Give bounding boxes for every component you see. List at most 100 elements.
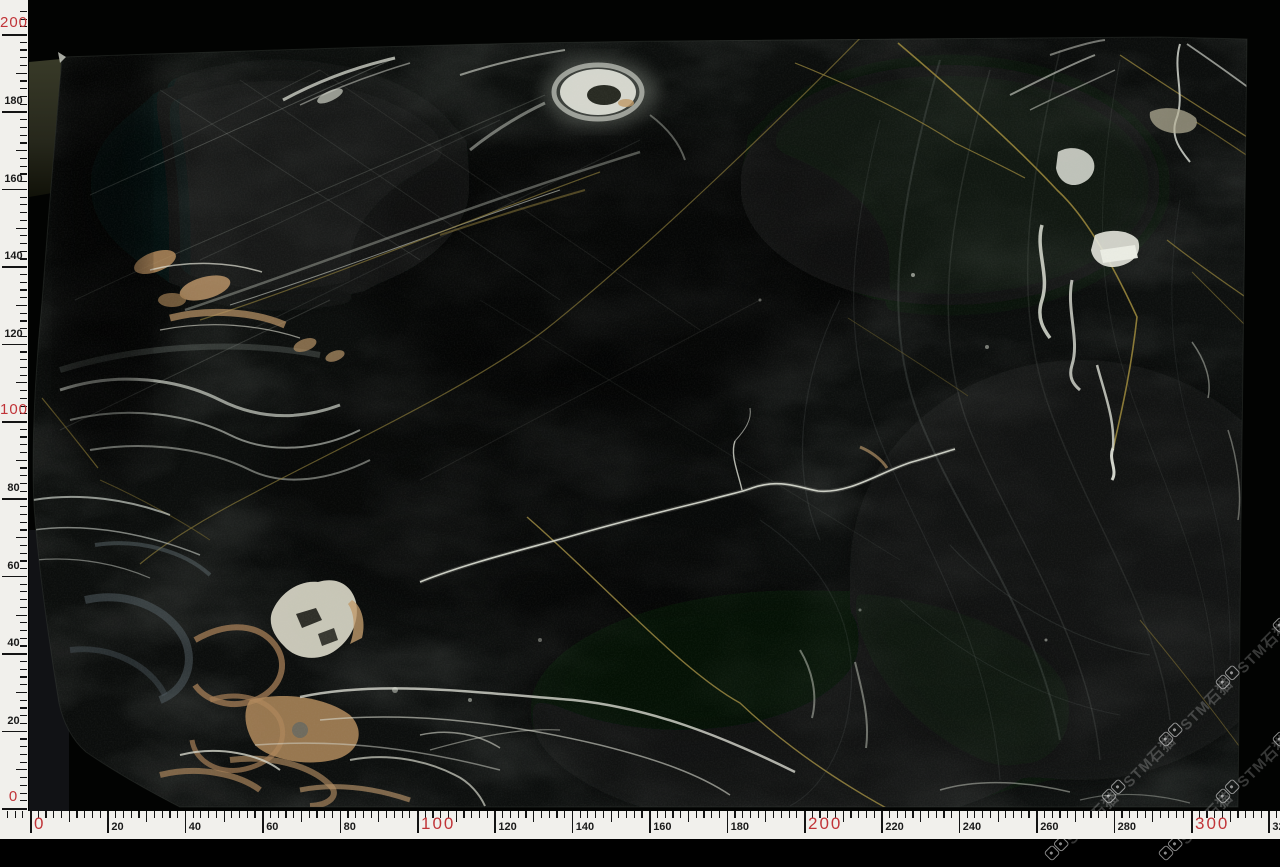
left-ruler-tick xyxy=(20,429,27,430)
bottom-ruler-tick xyxy=(386,811,387,818)
left-ruler-tick xyxy=(20,212,27,213)
left-ruler-tick xyxy=(20,119,27,120)
bottom-ruler-tick xyxy=(100,811,101,818)
bottom-ruler-tick xyxy=(889,811,890,818)
left-ruler-tick xyxy=(20,622,27,623)
bottom-ruler-tick xyxy=(742,811,743,818)
bottom-ruler-tick xyxy=(874,811,875,818)
bottom-ruler-tick xyxy=(1013,811,1014,818)
bottom-ruler-tick xyxy=(502,811,503,818)
bottom-ruler-tick xyxy=(84,811,85,818)
left-ruler-major-tick xyxy=(2,731,27,733)
left-ruler-label: 0 xyxy=(0,789,27,805)
left-ruler-tick xyxy=(20,707,27,708)
bottom-ruler-tick xyxy=(603,811,604,818)
left-ruler-tick xyxy=(20,661,27,662)
bottom-ruler-tick xyxy=(1067,811,1068,818)
bottom-ruler-major-tick xyxy=(1114,811,1116,833)
left-ruler-tick xyxy=(20,166,27,167)
bottom-ruler-tick xyxy=(1253,811,1254,818)
left-ruler-tick xyxy=(16,382,27,383)
bottom-ruler-tick xyxy=(316,811,317,818)
left-ruler-label: 40 xyxy=(0,636,27,650)
bottom-ruler-tick xyxy=(456,811,457,822)
ruler-left: 200180160140120100806040200 xyxy=(0,0,28,839)
left-ruler-major-tick xyxy=(2,576,27,578)
left-ruler-tick xyxy=(20,197,27,198)
bottom-ruler-tick xyxy=(293,811,294,818)
left-ruler-label: 60 xyxy=(0,559,27,573)
left-ruler-tick xyxy=(20,738,27,739)
bottom-ruler-tick xyxy=(1276,811,1277,818)
bottom-ruler-tick xyxy=(22,811,23,818)
bottom-ruler-tick xyxy=(758,811,759,818)
bottom-ruler-tick xyxy=(518,811,519,818)
bottom-ruler-tick xyxy=(231,811,232,818)
left-ruler-tick xyxy=(20,700,27,701)
bottom-ruler-tick xyxy=(850,811,851,818)
bottom-ruler-tick xyxy=(1083,811,1084,818)
bottom-ruler-tick xyxy=(982,811,983,818)
bottom-ruler-tick xyxy=(618,811,619,818)
slab-image xyxy=(0,0,1280,839)
bottom-ruler-tick xyxy=(1121,811,1122,818)
bottom-ruler-major-tick xyxy=(727,811,729,833)
bottom-ruler-tick xyxy=(1129,811,1130,818)
bottom-ruler-tick xyxy=(967,811,968,818)
bottom-ruler-label: 40 xyxy=(189,820,201,834)
bottom-ruler-tick xyxy=(363,811,364,818)
bottom-ruler-label: 200 xyxy=(808,816,842,832)
bottom-ruler-tick xyxy=(974,811,975,818)
bottom-ruler-tick xyxy=(92,811,93,818)
watermark-logo-icon xyxy=(1158,845,1175,862)
bottom-ruler-major-tick xyxy=(959,811,961,833)
left-ruler-tick xyxy=(20,529,27,530)
left-ruler-tick xyxy=(20,88,27,89)
bottom-ruler-tick xyxy=(69,811,70,822)
left-ruler-tick xyxy=(16,150,27,151)
bottom-ruler-tick xyxy=(657,811,658,818)
bottom-ruler-label: 240 xyxy=(963,820,981,834)
left-ruler-tick xyxy=(20,135,27,136)
bottom-ruler-tick xyxy=(789,811,790,818)
left-ruler-tick xyxy=(20,607,27,608)
bottom-ruler-tick xyxy=(587,811,588,818)
bottom-ruler-major-tick xyxy=(262,811,264,833)
left-ruler-tick xyxy=(20,676,27,677)
left-ruler-label: 140 xyxy=(0,249,27,263)
bottom-ruler-tick xyxy=(177,811,178,818)
left-ruler-tick xyxy=(20,127,27,128)
bottom-ruler-label: 100 xyxy=(421,816,455,832)
left-ruler-tick xyxy=(20,390,27,391)
bottom-ruler-tick xyxy=(688,811,689,822)
bottom-ruler-label: 220 xyxy=(885,820,903,834)
bottom-ruler-major-tick xyxy=(1036,811,1038,833)
left-ruler-tick xyxy=(16,769,27,770)
bottom-ruler-tick xyxy=(1059,811,1060,818)
slab-texture xyxy=(20,10,1280,830)
left-ruler-tick xyxy=(20,545,27,546)
left-ruler-tick xyxy=(20,42,27,43)
bottom-ruler-tick xyxy=(897,811,898,818)
bottom-ruler-tick xyxy=(224,811,225,822)
bottom-ruler-tick xyxy=(1261,811,1262,818)
bottom-ruler-tick xyxy=(905,811,906,818)
bottom-ruler-tick xyxy=(463,811,464,818)
bottom-ruler-tick xyxy=(703,811,704,818)
bottom-ruler-tick xyxy=(781,811,782,818)
bottom-ruler-tick xyxy=(53,811,54,818)
bottom-ruler-tick xyxy=(1145,811,1146,818)
bottom-ruler-tick xyxy=(45,811,46,818)
left-ruler-tick xyxy=(20,762,27,763)
bottom-ruler-major-tick xyxy=(107,811,109,833)
bottom-ruler-tick xyxy=(402,811,403,818)
bottom-ruler-tick xyxy=(76,811,77,818)
bottom-ruler-tick xyxy=(1237,811,1238,818)
bottom-ruler-label: 260 xyxy=(1040,820,1058,834)
bottom-ruler-label: 0 xyxy=(34,816,45,832)
left-ruler-tick xyxy=(20,142,27,143)
bottom-ruler-tick xyxy=(1245,811,1246,818)
bottom-ruler-tick xyxy=(998,811,999,822)
bottom-ruler-tick xyxy=(533,811,534,822)
bottom-ruler-tick xyxy=(7,811,8,818)
